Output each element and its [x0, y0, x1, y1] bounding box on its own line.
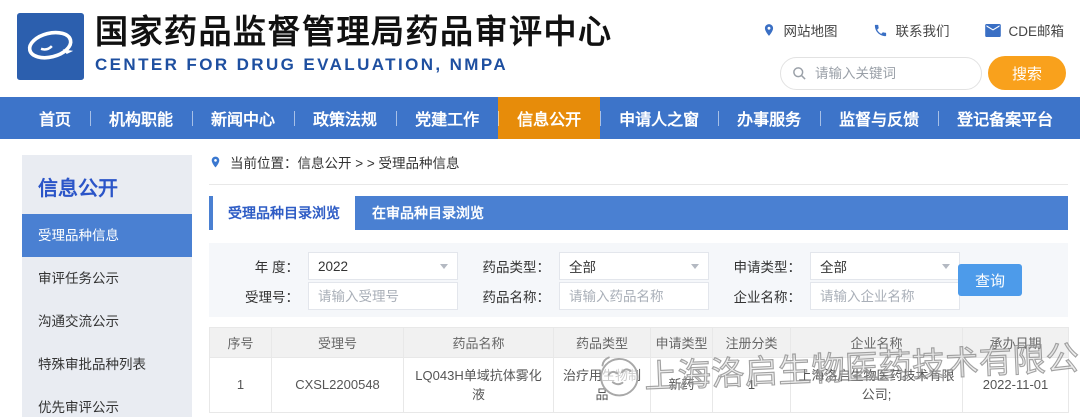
- cell-registration-class: 1: [713, 358, 791, 413]
- search-icon: [792, 66, 807, 81]
- site-title: 国家药品监督管理局药品审评中心: [95, 11, 613, 52]
- cde-logo-icon: [17, 13, 84, 80]
- contact-link[interactable]: 联系我们: [873, 20, 949, 40]
- breadcrumb: 当前位置：信息公开 > > 受理品种信息: [209, 139, 1068, 185]
- acceptance-no-label: 受理号：: [223, 286, 299, 306]
- sidebar: 信息公开 受理品种信息 审评任务公示 沟通交流公示 特殊审批品种列表 优先审评公…: [22, 155, 192, 417]
- breadcrumb-text: 当前位置：信息公开 > > 受理品种信息: [230, 152, 460, 172]
- company-name-input[interactable]: [810, 282, 960, 310]
- sidebar-item-communication[interactable]: 沟通交流公示: [22, 300, 192, 343]
- sidebar-item-priority-review[interactable]: 优先审评公示: [22, 386, 192, 417]
- sidebar-title: 信息公开: [22, 155, 192, 214]
- cell-drug-name: LQ043H单域抗体雾化液: [404, 358, 554, 413]
- drug-name-input[interactable]: [559, 282, 709, 310]
- results-table-wrap: 序号 受理号 药品名称 药品类型 申请类型 注册分类 企业名称 承办日期 1: [209, 327, 1068, 413]
- col-header-date: 承办日期: [963, 328, 1069, 358]
- nav-item-party[interactable]: 党建工作: [396, 97, 498, 139]
- acceptance-no-input[interactable]: [308, 282, 458, 310]
- col-header-drug-type: 药品类型: [554, 328, 651, 358]
- tab-bar: 受理品种目录浏览 在审品种目录浏览: [209, 196, 1068, 230]
- location-pin-icon: [209, 154, 222, 170]
- application-type-label: 申请类型：: [725, 256, 801, 276]
- col-header-seq: 序号: [210, 328, 272, 358]
- sidebar-item-accepted-varieties[interactable]: 受理品种信息: [22, 214, 192, 257]
- nav-item-policies[interactable]: 政策法规: [294, 97, 396, 139]
- year-label: 年 度：: [223, 256, 299, 276]
- sitemap-label: 网站地图: [783, 20, 837, 40]
- main-nav: 首页 机构职能 新闻中心 政策法规 党建工作 信息公开 申请人之窗 办事服务 监…: [0, 97, 1080, 139]
- table-header-row: 序号 受理号 药品名称 药品类型 申请类型 注册分类 企业名称 承办日期: [210, 328, 1069, 358]
- tab-under-review-catalog[interactable]: 在审品种目录浏览: [355, 196, 501, 230]
- col-header-company: 企业名称: [791, 328, 963, 358]
- quick-links: 网站地图 联系我们 CDE邮箱: [762, 20, 1064, 40]
- site-subtitle: CENTER FOR DRUG EVALUATION, NMPA: [95, 55, 613, 75]
- drug-type-select[interactable]: 全部: [559, 252, 709, 280]
- chevron-down-icon: [942, 264, 950, 269]
- table-row[interactable]: 1 CXSL2200548 LQ043H单域抗体雾化液 治疗用生物制品 新药 1…: [210, 358, 1069, 413]
- drug-type-select-value: 全部: [569, 256, 596, 276]
- content: 当前位置：信息公开 > > 受理品种信息 受理品种目录浏览 在审品种目录浏览 年…: [196, 139, 1080, 417]
- nav-item-home[interactable]: 首页: [20, 97, 90, 139]
- application-type-select[interactable]: 全部: [810, 252, 960, 280]
- company-name-label: 企业名称：: [725, 286, 801, 306]
- cell-date: 2022-11-01: [963, 358, 1069, 413]
- cell-seq: 1: [210, 358, 272, 413]
- chevron-down-icon: [440, 264, 448, 269]
- header: 国家药品监督管理局药品审评中心 CENTER FOR DRUG EVALUATI…: [0, 0, 1080, 97]
- year-select-value: 2022: [318, 259, 348, 274]
- nav-item-functions[interactable]: 机构职能: [90, 97, 192, 139]
- filter-panel: 年 度： 2022 药品类型： 全部 申请类型： 全部: [209, 243, 1068, 317]
- col-header-application-type: 申请类型: [651, 328, 713, 358]
- drug-type-label: 药品类型：: [474, 256, 550, 276]
- phone-icon: [873, 23, 888, 38]
- search-input[interactable]: [780, 57, 982, 90]
- nav-item-news[interactable]: 新闻中心: [192, 97, 294, 139]
- cell-application-type: 新药: [651, 358, 713, 413]
- chevron-down-icon: [691, 264, 699, 269]
- sidebar-item-special-approval[interactable]: 特殊审批品种列表: [22, 343, 192, 386]
- tab-accepted-catalog[interactable]: 受理品种目录浏览: [213, 196, 355, 230]
- drug-name-label: 药品名称：: [474, 286, 550, 306]
- mail-icon: [985, 24, 1001, 37]
- application-type-select-value: 全部: [820, 256, 847, 276]
- col-header-drug-name: 药品名称: [404, 328, 554, 358]
- cell-company: 上海洛启生物医药技术有限公司;: [791, 358, 963, 413]
- nav-item-applicant-window[interactable]: 申请人之窗: [600, 97, 718, 139]
- sidebar-item-review-tasks[interactable]: 审评任务公示: [22, 257, 192, 300]
- nav-item-supervision[interactable]: 监督与反馈: [820, 97, 938, 139]
- search-button[interactable]: 搜索: [988, 56, 1066, 90]
- query-button[interactable]: 查询: [958, 264, 1022, 296]
- cde-mail-link[interactable]: CDE邮箱: [985, 20, 1064, 40]
- col-header-acceptance-no: 受理号: [272, 328, 404, 358]
- map-pin-icon: [762, 22, 776, 38]
- cell-drug-type: 治疗用生物制品: [554, 358, 651, 413]
- col-header-registration-class: 注册分类: [713, 328, 791, 358]
- main: 信息公开 受理品种信息 审评任务公示 沟通交流公示 特殊审批品种列表 优先审评公…: [0, 139, 1080, 417]
- contact-label: 联系我们: [895, 20, 949, 40]
- cde-mail-label: CDE邮箱: [1008, 20, 1064, 40]
- cell-acceptance-no: CXSL2200548: [272, 358, 404, 413]
- page: 国家药品监督管理局药品审评中心 CENTER FOR DRUG EVALUATI…: [0, 0, 1080, 417]
- nav-item-services[interactable]: 办事服务: [718, 97, 820, 139]
- nav-item-info-disclosure[interactable]: 信息公开: [498, 97, 600, 139]
- results-table: 序号 受理号 药品名称 药品类型 申请类型 注册分类 企业名称 承办日期 1: [209, 327, 1069, 413]
- nav-item-registration-platform[interactable]: 登记备案平台: [938, 97, 1072, 139]
- year-select[interactable]: 2022: [308, 252, 458, 280]
- search-row: 搜索: [780, 56, 1066, 90]
- sitemap-link[interactable]: 网站地图: [762, 20, 837, 40]
